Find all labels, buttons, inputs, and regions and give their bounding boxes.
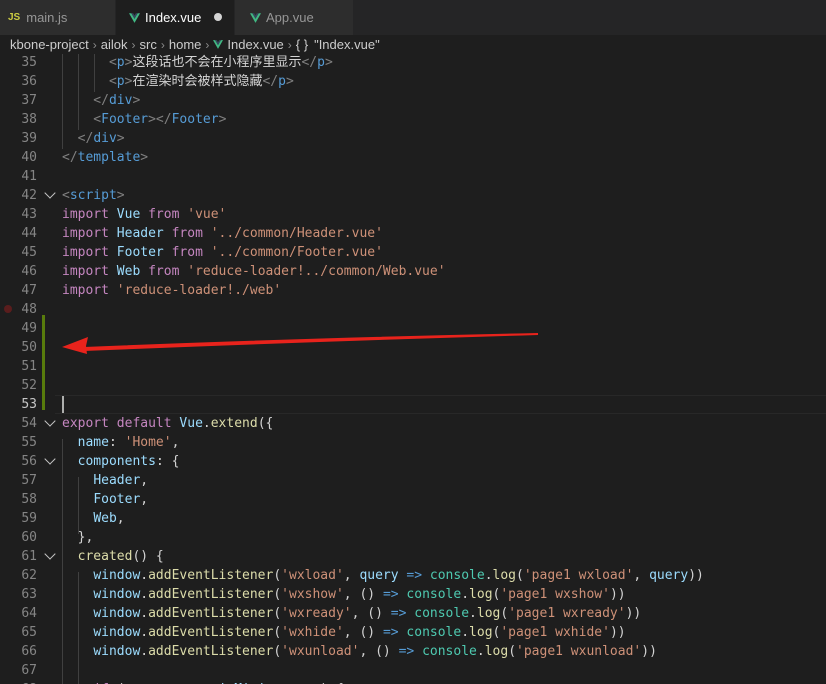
red-arrow-annotation	[62, 333, 538, 354]
red-arrow-head	[62, 337, 88, 354]
red-arrow-shaft	[84, 333, 538, 351]
